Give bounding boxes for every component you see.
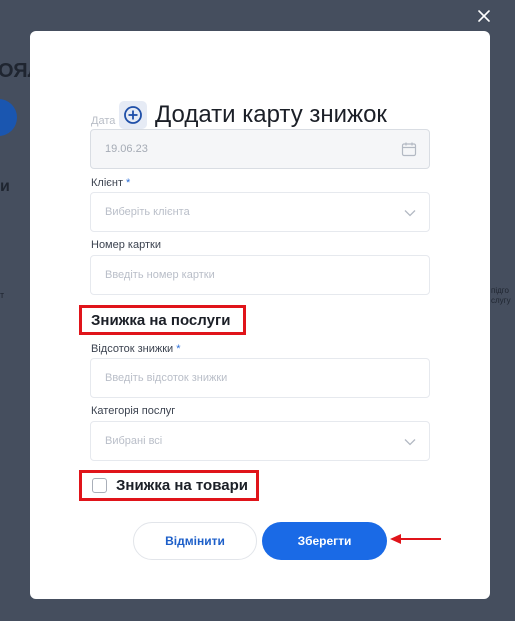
service-category-value: Вибрані всі: [105, 435, 163, 447]
background-avatar: [0, 99, 17, 136]
service-category-select[interactable]: Вибрані всі: [90, 421, 430, 461]
discount-percent-placeholder: Введіть відсоток знижки: [105, 372, 228, 384]
date-value: 19.06.23: [105, 143, 148, 155]
chevron-down-icon: [403, 206, 417, 223]
client-label: Клієнт *: [91, 177, 130, 189]
calendar-icon: [401, 141, 417, 160]
card-number-label: Номер картки: [91, 239, 161, 251]
add-discount-card-dialog: Додати карту знижок Дата 19.06.23 Клієнт…: [30, 31, 490, 599]
client-select[interactable]: Виберіть клієнта: [90, 192, 430, 232]
required-mark: *: [126, 177, 131, 189]
discount-percent-label: Відсоток знижки *: [91, 343, 180, 355]
date-field: 19.06.23: [90, 129, 430, 169]
background-fragment-small-left: т: [0, 290, 5, 300]
goods-discount-title: Знижка на товари: [116, 477, 248, 494]
arrow-left-icon: [388, 531, 444, 552]
client-label-text: Клієнт: [91, 177, 123, 189]
goods-discount-section[interactable]: Знижка на товари: [79, 470, 259, 501]
background-fragment-small-right: підго слугу: [491, 286, 511, 305]
goods-discount-checkbox[interactable]: [92, 478, 107, 493]
date-label: Дата: [91, 115, 116, 127]
card-number-input[interactable]: Введіть номер картки: [90, 255, 430, 295]
service-category-label: Категорія послуг: [91, 405, 176, 417]
services-discount-section: Знижка на послуги: [79, 305, 246, 335]
plus-circle-icon: [119, 101, 147, 129]
discount-percent-label-text: Відсоток знижки: [91, 343, 174, 355]
required-mark: *: [176, 343, 181, 355]
card-number-placeholder: Введіть номер картки: [105, 269, 215, 281]
save-button[interactable]: Зберегти: [262, 522, 387, 560]
services-discount-title: Знижка на послуги: [91, 311, 231, 329]
dialog-title: Додати карту знижок: [155, 101, 387, 128]
discount-percent-input[interactable]: Введіть відсоток знижки: [90, 358, 430, 398]
close-icon[interactable]: [474, 6, 494, 26]
chevron-down-icon: [403, 435, 417, 452]
client-placeholder: Виберіть клієнта: [105, 206, 190, 218]
dialog-header: Додати карту знижок: [119, 101, 387, 129]
background-fragment-mid: и: [0, 178, 10, 195]
cancel-button[interactable]: Відмінити: [133, 522, 257, 560]
